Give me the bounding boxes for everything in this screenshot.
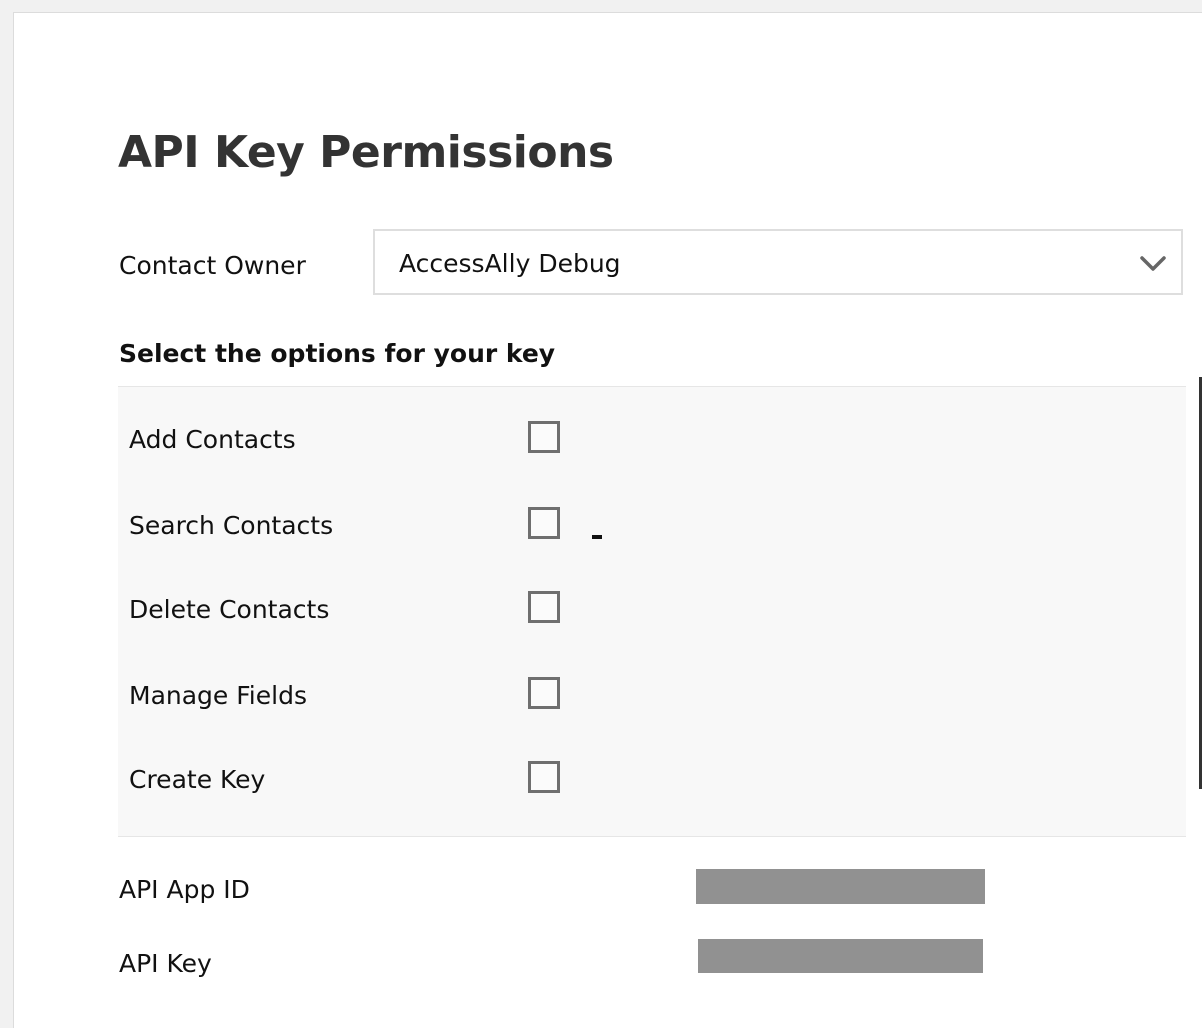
contact-owner-select[interactable]: AccessAlly Debug — [373, 229, 1183, 295]
api-app-id-label: API App ID — [119, 875, 250, 904]
settings-panel: API Key Permissions Contact Owner Access… — [13, 12, 1202, 1028]
chevron-down-icon — [1140, 256, 1166, 271]
option-add-contacts: Add Contacts — [118, 397, 1186, 467]
add-contacts-checkbox[interactable] — [528, 421, 560, 453]
option-create-key: Create Key — [118, 737, 1186, 807]
option-manage-fields: Manage Fields — [118, 653, 1186, 723]
option-label: Add Contacts — [129, 425, 296, 454]
api-app-id-redacted-value — [696, 869, 985, 904]
option-label: Search Contacts — [129, 511, 334, 540]
delete-contacts-checkbox[interactable] — [528, 591, 560, 623]
page-title: API Key Permissions — [118, 127, 614, 178]
create-key-checkbox[interactable] — [528, 761, 560, 793]
api-key-redacted-value — [698, 939, 983, 973]
stray-dash-mark — [592, 535, 602, 539]
manage-fields-checkbox[interactable] — [528, 677, 560, 709]
option-label: Manage Fields — [129, 681, 307, 710]
options-list: Add Contacts Search Contacts Delete Cont… — [118, 386, 1186, 837]
search-contacts-checkbox[interactable] — [528, 507, 560, 539]
api-key-label: API Key — [119, 949, 212, 978]
option-search-contacts: Search Contacts — [118, 483, 1186, 553]
contact-owner-label: Contact Owner — [119, 251, 306, 280]
option-label: Delete Contacts — [129, 595, 330, 624]
contact-owner-selected-value: AccessAlly Debug — [399, 249, 621, 278]
options-heading: Select the options for your key — [119, 339, 556, 368]
option-delete-contacts: Delete Contacts — [118, 567, 1186, 637]
option-label: Create Key — [129, 765, 266, 794]
